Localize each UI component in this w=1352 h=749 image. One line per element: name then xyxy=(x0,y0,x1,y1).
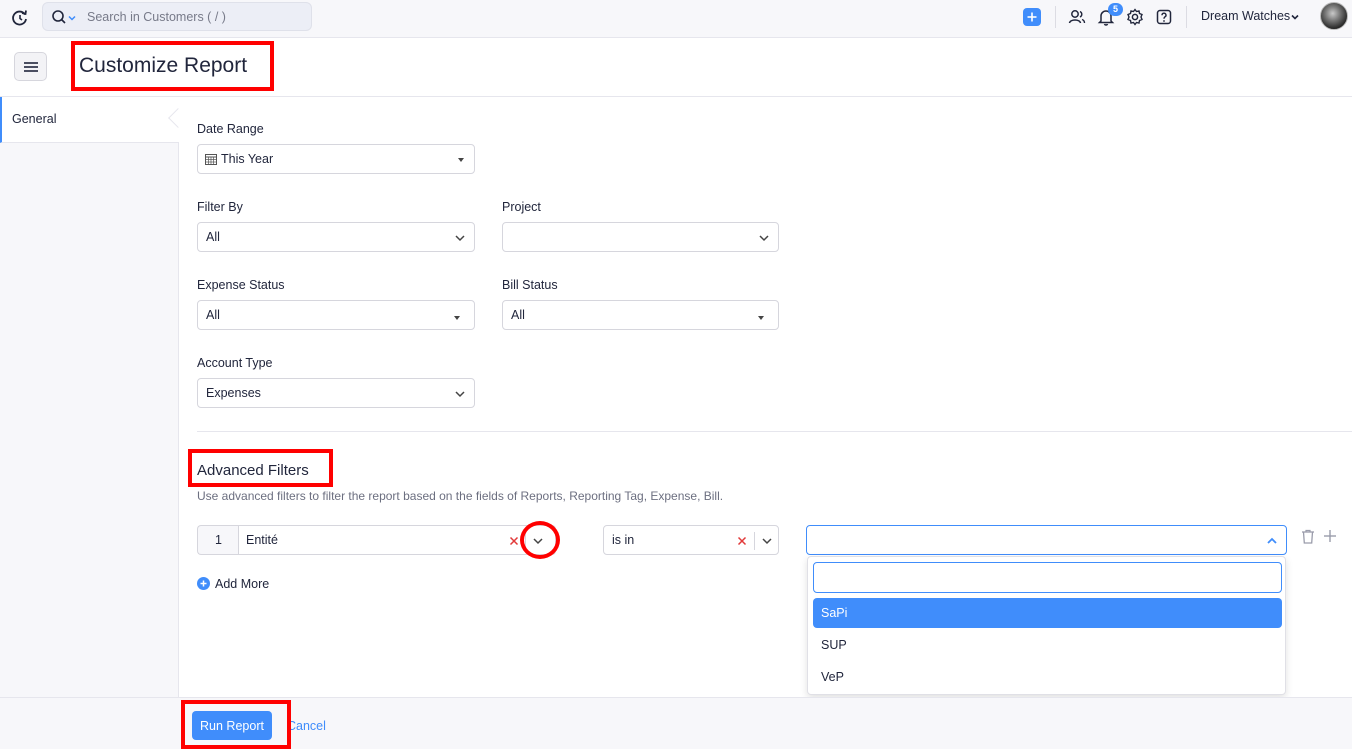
chevron-down-icon xyxy=(455,391,465,398)
filter-field-value: Entité xyxy=(246,533,278,547)
filter-by-value: All xyxy=(206,230,220,244)
chevron-down-icon[interactable] xyxy=(67,13,77,23)
highlight-box xyxy=(188,449,333,487)
bill-status-value: All xyxy=(511,308,525,322)
clear-icon[interactable] xyxy=(737,536,747,546)
filter-operator-value: is in xyxy=(612,533,635,547)
account-type-select[interactable]: Expenses xyxy=(197,378,475,408)
global-search[interactable] xyxy=(42,2,312,31)
add-row-icon[interactable] xyxy=(1323,529,1337,543)
search-icon[interactable] xyxy=(51,9,67,25)
dropdown-option[interactable]: VeP xyxy=(813,662,1282,692)
hamburger-icon xyxy=(24,62,38,72)
plus-circle-icon xyxy=(197,577,210,590)
filter-row-number: 1 xyxy=(197,525,239,555)
chevron-down-icon xyxy=(759,235,769,242)
search-input[interactable] xyxy=(87,8,307,26)
caret-down-icon xyxy=(454,316,460,320)
caret-down-icon xyxy=(758,316,764,320)
account-type-value: Expenses xyxy=(206,386,261,400)
filter-by-select[interactable]: All xyxy=(197,222,475,252)
highlight-circle xyxy=(520,521,560,559)
project-label: Project xyxy=(502,200,541,214)
advanced-filters-description: Use advanced filters to filter the repor… xyxy=(197,489,724,503)
date-range-select[interactable]: This Year xyxy=(197,144,475,174)
divider xyxy=(754,532,755,550)
bill-status-select[interactable]: All xyxy=(502,300,779,330)
clear-icon[interactable] xyxy=(509,536,519,546)
project-select[interactable] xyxy=(502,222,779,252)
filter-value-select[interactable] xyxy=(806,525,1287,555)
filter-operator-select[interactable]: is in xyxy=(603,525,779,555)
chevron-down-icon[interactable] xyxy=(761,535,773,547)
trash-icon[interactable] xyxy=(1301,529,1315,544)
page-header: Customize Report xyxy=(0,38,1352,97)
expense-status-select[interactable]: All xyxy=(197,300,475,330)
value-dropdown: SaPi SUP VeP xyxy=(807,556,1286,695)
bill-status-label: Bill Status xyxy=(502,278,558,292)
dropdown-option[interactable]: SUP xyxy=(813,630,1282,660)
expense-status-label: Expense Status xyxy=(197,278,285,292)
avatar[interactable] xyxy=(1320,2,1348,30)
org-switcher[interactable]: Dream Watches xyxy=(1201,9,1290,23)
sidebar-item-label: General xyxy=(12,112,57,126)
highlight-box xyxy=(181,700,291,749)
gear-icon[interactable] xyxy=(1125,7,1145,27)
dropdown-option[interactable]: SaPi xyxy=(813,598,1282,628)
sidebar: General xyxy=(0,97,188,697)
account-type-label: Account Type xyxy=(197,356,273,370)
calendar-icon xyxy=(205,154,217,165)
refresh-icon[interactable] xyxy=(10,8,30,28)
divider xyxy=(1055,6,1056,28)
chevron-down-icon xyxy=(455,235,465,242)
help-icon[interactable] xyxy=(1154,7,1174,27)
quick-create-button[interactable] xyxy=(1023,8,1041,26)
caret-down-icon xyxy=(458,158,464,162)
top-bar: 5 Dream Watches xyxy=(0,0,1352,38)
hamburger-menu-button[interactable] xyxy=(14,52,47,81)
filter-by-label: Filter By xyxy=(197,200,243,214)
expense-status-value: All xyxy=(206,308,220,322)
plus-icon xyxy=(1027,12,1037,22)
footer: Run Report Cancel xyxy=(0,697,1352,749)
notification-badge: 5 xyxy=(1108,3,1123,16)
add-more-label: Add More xyxy=(215,577,270,591)
highlight-box xyxy=(71,41,274,91)
sidebar-item-general[interactable]: General xyxy=(0,97,179,143)
date-range-value: This Year xyxy=(221,152,274,166)
chevron-down-icon[interactable] xyxy=(1290,12,1300,22)
dropdown-search-input[interactable] xyxy=(813,562,1282,593)
cancel-button[interactable]: Cancel xyxy=(287,719,326,733)
date-range-label: Date Range xyxy=(197,122,264,136)
filter-field-select[interactable]: Entité xyxy=(238,525,556,555)
chevron-up-icon[interactable] xyxy=(1266,535,1278,547)
section-divider xyxy=(197,431,1352,432)
divider xyxy=(1186,6,1187,28)
users-icon[interactable] xyxy=(1067,7,1087,27)
